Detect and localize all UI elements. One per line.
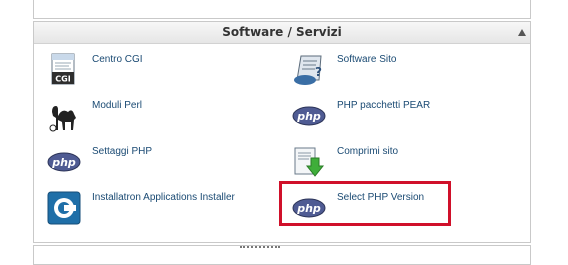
svg-text:php: php (296, 110, 321, 123)
next-section-title-stub (240, 246, 280, 254)
compress-icon (294, 147, 325, 177)
perl-camel-icon (49, 106, 76, 132)
svg-text:?: ? (315, 65, 322, 79)
cgi-script-icon: CGI (51, 53, 75, 85)
software-script-icon: ? (294, 55, 322, 85)
comprimi-sito-label: Comprimi sito (337, 146, 399, 157)
settaggi-php-label: Settaggi PHP (92, 146, 153, 157)
highlight-box (279, 181, 451, 226)
moduli-perl-label: Moduli Perl (92, 100, 143, 111)
panel-title: Software / Servizi (222, 25, 342, 39)
php-logo-icon: php (292, 106, 326, 126)
panel-header[interactable]: Software / Servizi (34, 22, 530, 44)
cgi-icon-text: CGI (55, 75, 70, 84)
centro-cgi-label: Centro CGI (92, 54, 143, 65)
installatron-label: Installatron Applications Installer (92, 192, 235, 203)
installatron-icon (47, 191, 81, 225)
software-sito-label: Software Sito (337, 54, 397, 65)
collapse-arrow-icon[interactable] (518, 29, 526, 36)
php-logo-icon: php (47, 152, 81, 172)
php-pear-label: PHP pacchetti PEAR (337, 100, 431, 111)
next-section-panel (33, 245, 531, 265)
previous-section-panel (33, 0, 531, 19)
svg-text:php: php (51, 156, 76, 169)
